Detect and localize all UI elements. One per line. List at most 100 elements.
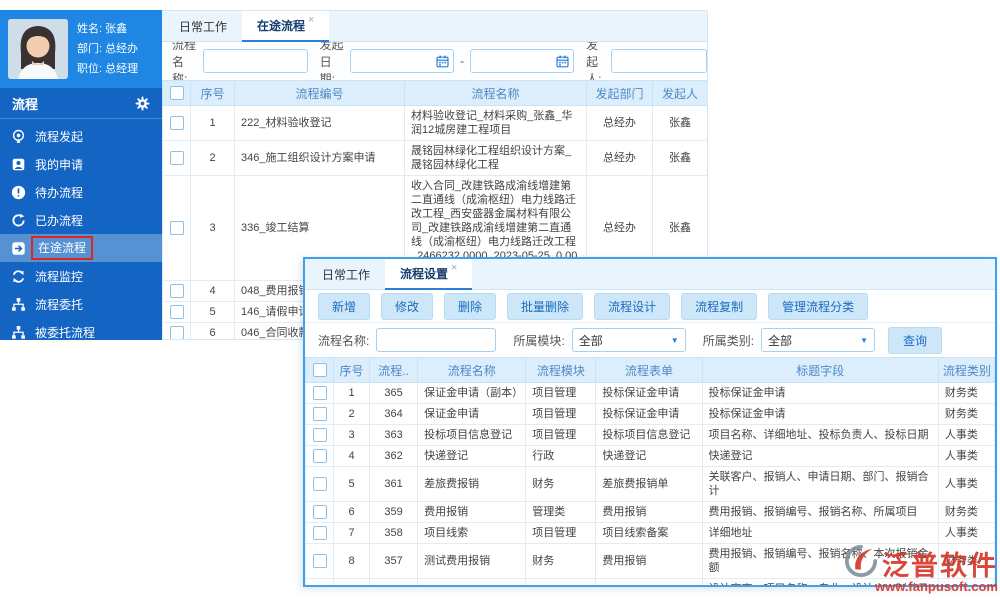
cell-code: 346_施工组织设计方案申请	[234, 140, 405, 176]
sidebar-item-label: 待办流程	[35, 185, 84, 200]
tab-process-settings[interactable]: 流程设置 ×	[385, 259, 473, 290]
cell-cat: 财务类	[937, 501, 995, 523]
cell-seq: 8	[333, 543, 371, 579]
row-checkbox[interactable]	[312, 428, 327, 442]
avatar-image	[8, 19, 68, 79]
table-row: 4 362 快递登记 行政 快递登记 快递登记 人事类	[305, 445, 995, 467]
tab-label: 流程设置	[400, 267, 449, 281]
select-all-cell	[162, 80, 191, 106]
tab-close-icon[interactable]: ×	[308, 14, 314, 26]
cell-cat: 财务类	[937, 543, 995, 579]
sidebar-item-my-applications[interactable]: 我的申请	[0, 150, 162, 178]
category-label: 所属类别:	[702, 333, 755, 348]
row-checkbox[interactable]	[169, 305, 184, 319]
sidebar-item-in-transit[interactable]: 在途流程	[0, 234, 162, 262]
query-button[interactable]: 查询	[888, 326, 943, 354]
column-header: 流程编号	[234, 80, 405, 106]
sidebar-header: 流程	[0, 88, 162, 119]
select-all-checkbox[interactable]	[312, 363, 327, 377]
cell-form: 投标保证金申请	[595, 403, 703, 425]
select-all-checkbox[interactable]	[169, 86, 184, 100]
tab-close-icon[interactable]: ×	[451, 262, 457, 274]
table-row: 1 365 保证金申请（副本） 项目管理 投标保证金申请 投标保证金申请 财务类	[305, 382, 995, 404]
row-checkbox-cell	[162, 140, 191, 176]
row-checkbox-cell	[162, 280, 191, 302]
process-name-input[interactable]	[202, 49, 308, 73]
process-name-input[interactable]	[376, 328, 497, 352]
sidebar-item-delegated[interactable]: 被委托流程	[0, 318, 162, 340]
calendar-icon[interactable]	[436, 55, 449, 68]
cell-name: 晟铭园林绿化工程组织设计方案_晟铭园林绿化工程	[404, 140, 587, 176]
row-checkbox[interactable]	[169, 326, 184, 339]
process-settings-table: 序号 流程.. 流程名称 流程模块 流程表单 标题字段 流程类别 1 365 保证金申请（副本）项…	[305, 357, 995, 585]
sidebar-item-delegate[interactable]: 流程委托	[0, 290, 162, 318]
row-checkbox-cell	[305, 403, 335, 425]
cell-form: 设计审查	[595, 578, 703, 585]
row-checkbox[interactable]	[169, 151, 184, 165]
row-checkbox[interactable]	[312, 477, 327, 491]
row-checkbox-cell	[162, 301, 191, 323]
process-design-button[interactable]: 流程设计	[594, 292, 671, 320]
sidebar-item-completed[interactable]: 已办流程	[0, 206, 162, 234]
in-transit-icon	[11, 241, 26, 256]
initiator-input[interactable]	[611, 49, 707, 73]
sidebar-item-label: 流程发起	[35, 129, 84, 144]
row-checkbox[interactable]	[312, 554, 327, 568]
cell-form: 差旅费报销单	[595, 466, 703, 502]
gear-icon[interactable]	[135, 96, 150, 111]
row-checkbox[interactable]	[312, 505, 327, 519]
cell-module: 财务	[525, 543, 597, 579]
cell-seq: 1	[190, 105, 235, 141]
table-header-row: 序号 流程编号 流程名称 发起部门 发起人	[162, 80, 707, 106]
row-checkbox[interactable]	[312, 526, 327, 540]
module-select[interactable]: 全部 ▼	[571, 328, 686, 352]
profile-field-value: 张鑫	[105, 23, 128, 35]
row-checkbox[interactable]	[312, 386, 327, 400]
cell-code: 358	[369, 522, 419, 544]
cell-title: 投标保证金申请	[701, 382, 939, 404]
cell-name: 材料验收登记_材料采购_张鑫_华润12城房建工程项目	[404, 105, 587, 141]
row-checkbox[interactable]	[312, 449, 327, 463]
row-checkbox[interactable]	[169, 221, 184, 235]
batch-delete-button[interactable]: 批量删除	[507, 292, 584, 320]
cell-seq: 2	[333, 403, 371, 425]
cell-form: 费用报销	[595, 543, 703, 579]
window1-search-bar: 流程名称: 发起日期: - 发起人:	[162, 42, 707, 80]
tab-label: 在途流程	[257, 19, 306, 33]
manage-category-button[interactable]: 管理流程分类	[768, 292, 869, 320]
sidebar: 姓名: 张鑫 部门: 总经办 职位: 总经理 流程 流程发起 我的申请 待办流程 已办流程…	[0, 10, 162, 340]
delete-button[interactable]: 删除	[444, 292, 497, 320]
cell-seq: 6	[190, 322, 235, 339]
row-checkbox[interactable]	[169, 116, 184, 130]
column-header: 标题字段	[701, 357, 939, 383]
cell-seq: 7	[333, 522, 371, 544]
process-copy-button[interactable]: 流程复制	[681, 292, 758, 320]
cell-seq: 4	[190, 280, 235, 302]
add-button[interactable]: 新增	[318, 292, 371, 320]
org-chart-icon	[11, 297, 26, 312]
cell-seq: 3	[190, 175, 235, 281]
sidebar-item-pending[interactable]: 待办流程	[0, 178, 162, 206]
category-select[interactable]: 全部 ▼	[761, 328, 876, 352]
avatar	[8, 19, 68, 79]
date-range-separator: -	[460, 54, 465, 68]
sidebar-item-initiate[interactable]: 流程发起	[0, 122, 162, 150]
sidebar-item-monitor[interactable]: 流程监控	[0, 262, 162, 290]
edit-button[interactable]: 修改	[381, 292, 434, 320]
row-checkbox[interactable]	[312, 407, 327, 421]
cell-code: 356	[369, 578, 419, 585]
cell-title: 关联客户、报销人、申请日期、部门、报销合计	[701, 466, 939, 502]
cell-title: 费用报销、报销编号、报销名称、所属项目	[701, 501, 939, 523]
chevron-down-icon: ▼	[860, 335, 869, 345]
row-checkbox-cell	[305, 424, 335, 446]
process-name-label: 流程名称:	[318, 333, 370, 348]
calendar-icon[interactable]	[556, 55, 569, 68]
cell-form: 投标保证金申请	[595, 382, 703, 404]
tab-daily-work[interactable]: 日常工作	[307, 259, 385, 289]
row-checkbox[interactable]	[169, 284, 184, 298]
cell-title: 快递登记	[701, 445, 939, 467]
cell-seq: 9	[333, 578, 371, 585]
tab-in-transit[interactable]: 在途流程 ×	[242, 11, 330, 42]
tab-daily-work[interactable]: 日常工作	[164, 11, 242, 41]
column-header: 流程表单	[595, 357, 703, 383]
